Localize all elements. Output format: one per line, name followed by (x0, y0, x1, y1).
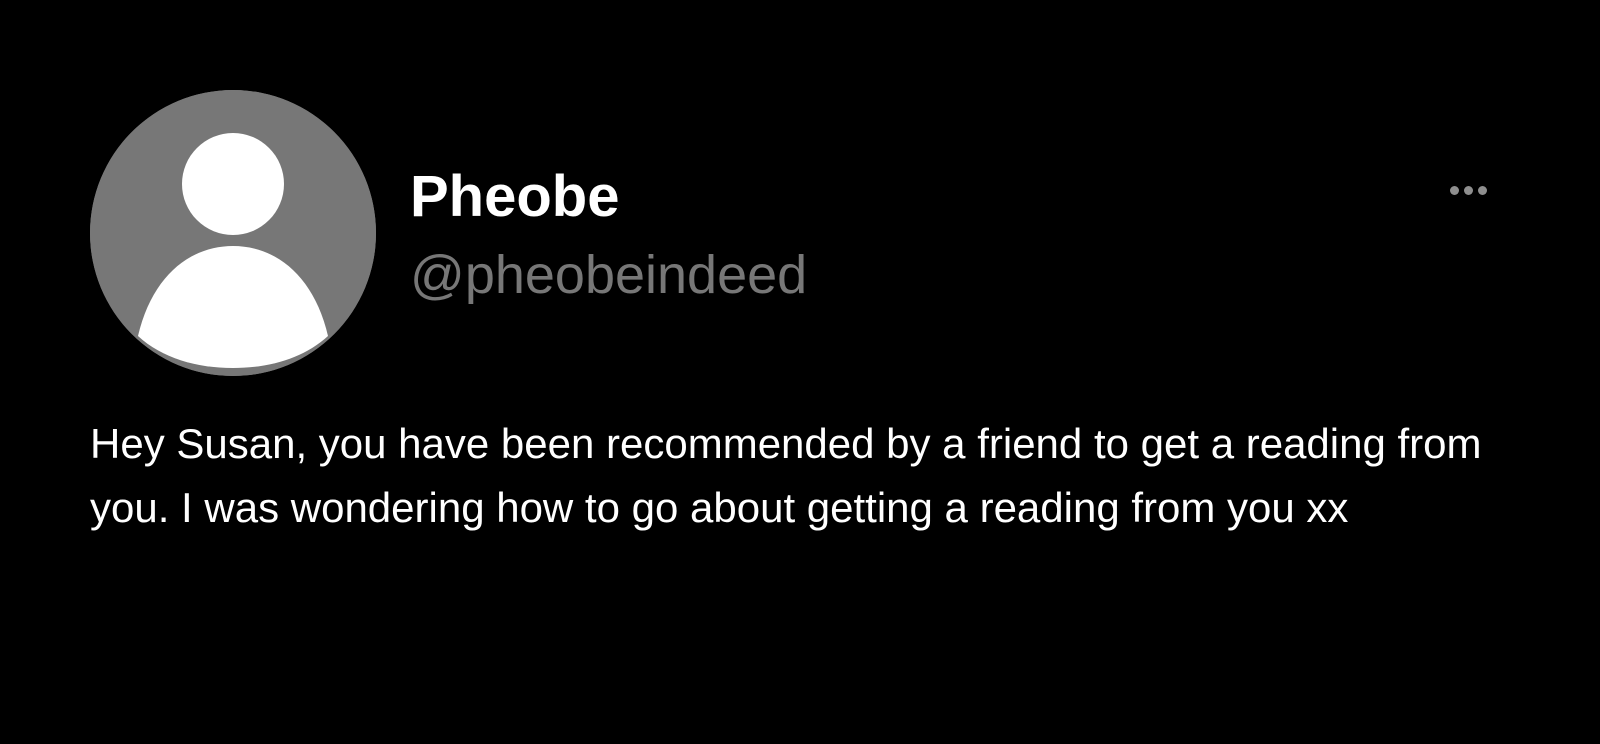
post-message: Hey Susan, you have been recommended by … (90, 420, 1482, 531)
default-user-avatar-icon (90, 90, 376, 376)
ellipsis-dot (1477, 185, 1487, 195)
author-display-name[interactable]: Pheobe (410, 162, 620, 232)
ellipsis-dot (1463, 185, 1473, 195)
more-options-button[interactable] (1440, 172, 1496, 208)
author-handle[interactable]: @pheobeindeed (410, 242, 807, 308)
avatar[interactable] (90, 90, 376, 376)
ellipsis-horizontal-icon (1449, 185, 1459, 195)
post-card: Pheobe @pheobeindeed Hey Susan, you have… (0, 0, 1600, 744)
